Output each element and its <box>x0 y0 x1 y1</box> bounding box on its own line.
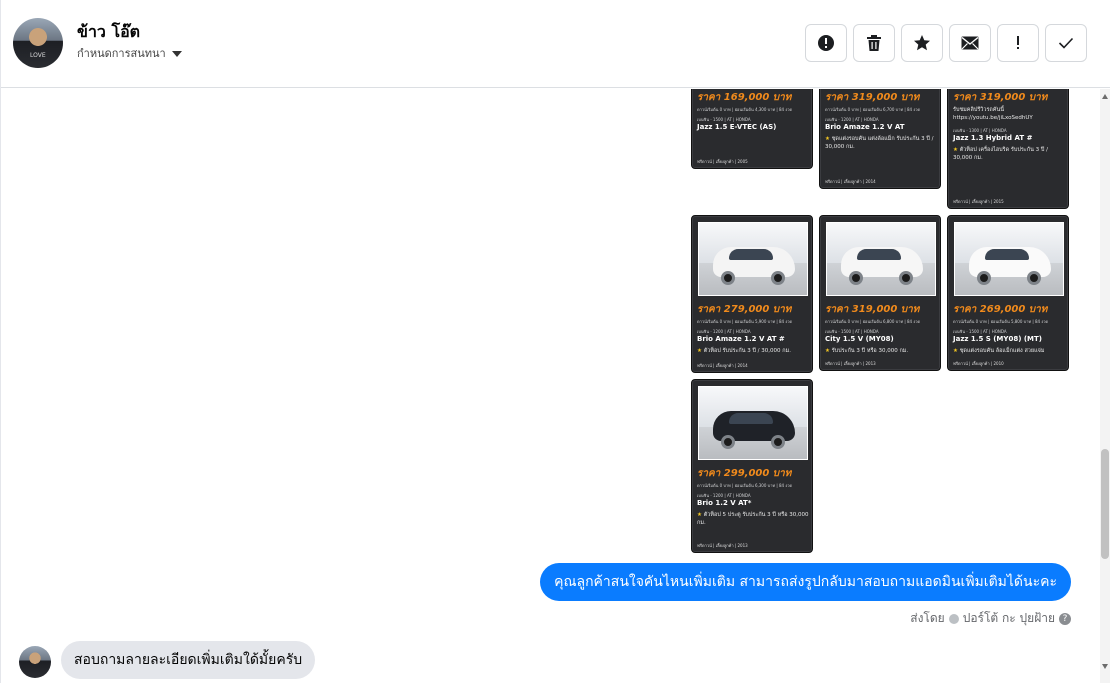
car-listing-card[interactable]: ราคา 319,000 บาทดาวน์เริ่มต้น 0 บาท | ผ่… <box>819 215 941 371</box>
car-footer-info: ฟรีดาวน์ | เลี้ยงลูกค้า | 2013 <box>697 543 748 548</box>
car-model: Brio Amaze 1.2 V AT # <box>697 335 785 343</box>
star-icon: ★ <box>953 147 958 153</box>
car-spec: เบนซิน · 1200 | AT | HONDA <box>697 329 751 334</box>
star-icon: ★ <box>825 348 830 354</box>
car-model: City 1.5 V (MY08) <box>825 335 894 343</box>
car-listing-card[interactable]: ราคา 269,000 บาทดาวน์เริ่มต้น 0 บาท | ผ่… <box>947 215 1069 371</box>
outgoing-message-text: คุณลูกค้าสนใจคันไหนเพิ่มเติม สามารถส่งรู… <box>554 574 1057 590</box>
messenger-conversation-view: LOVE ข้าว โอ๊ต กำหนดการสนทนา ราคา 169,00… <box>0 0 1110 683</box>
header-actions <box>805 24 1087 62</box>
car-price: ราคา 279,000 บาท <box>697 304 792 315</box>
car-review-link: รับชมคลิปรีวิวรถคันนี้ https://youtu.be/… <box>953 107 1033 121</box>
car-model: Jazz 1.3 Hybrid AT # <box>953 134 1033 142</box>
car-listing-card[interactable]: ราคา 169,000 บาทดาวน์เริ่มต้น 0 บาท | ผ่… <box>691 89 813 169</box>
car-footer-info: ฟรีดาวน์ | เลี้ยงลูกค้า | 2014 <box>825 179 876 184</box>
trash-icon <box>867 35 881 51</box>
car-description: ★ ตัวท็อป 5 ประตู รับประกัน 3 ปี หรือ 30… <box>697 512 809 526</box>
star-icon: ★ <box>697 348 702 354</box>
car-listing-card[interactable]: ราคา 319,000 บาทดาวน์เริ่มต้น 0 บาท | ผ่… <box>819 89 941 189</box>
car-listing-card[interactable]: ราคา 319,000 บาทดาวน์เริ่มต้น 0 บาท | ผ่… <box>947 89 1069 209</box>
car-installment-info: ดาวน์เริ่มต้น 0 บาท | ผ่อนเริ่มต้น 6,300… <box>697 483 793 488</box>
mark-done-button[interactable] <box>1045 24 1087 62</box>
car-installment-info: ดาวน์เริ่มต้น 0 บาท | ผ่อนเริ่มต้น 5,900… <box>697 319 793 324</box>
assign-conversation-dropdown[interactable]: กำหนดการสนทนา <box>77 44 182 62</box>
car-spec: เบนซิน · 1200 | AT | HONDA <box>825 117 879 122</box>
car-installment-info: ดาวน์เริ่มต้น 0 บาท | ผ่อนเริ่มต้น 6,700… <box>825 107 921 112</box>
help-icon[interactable]: ? <box>1059 612 1071 625</box>
car-footer-info: ฟรีดาวน์ | เลี้ยงลูกค้า | 2005 <box>697 159 748 164</box>
car-footer-info: ฟรีดาวน์ | เลี้ยงลูกค้า | 2014 <box>697 363 748 368</box>
report-button[interactable] <box>805 24 847 62</box>
car-description: ★ ตัวท็อป เครื่องไฮบริด รับประกัน 3 ปี /… <box>953 147 1048 161</box>
chevron-down-icon <box>171 50 182 57</box>
incoming-message-text: สอบถามลายละเอียดเพิ่มเติมใด้มั้ยครับ <box>74 652 303 668</box>
car-price: ราคา 169,000 บาท <box>697 92 792 103</box>
avatar-shirt-text: LOVE <box>30 52 46 59</box>
conversation-header: LOVE ข้าว โอ๊ต กำหนดการสนทนา <box>1 0 1110 88</box>
car-footer-info: ฟรีดาวน์ | เลี้ยงลูกค้า | 2010 <box>953 361 1004 366</box>
car-listing-card[interactable]: ราคา 279,000 บาทดาวน์เริ่มต้น 0 บาท | ผ่… <box>691 215 813 373</box>
car-description: ★ ชุดแต่งรอบคัน ล้อแม็กแต่ง สวยแจ่ม <box>953 348 1045 354</box>
sent-by-name: ปอร์โต้ กะ ปุยฝ้าย <box>962 611 1055 625</box>
car-model: Brio 1.2 V AT* <box>697 499 752 507</box>
car-price: ราคา 299,000 บาท <box>697 468 792 479</box>
star-icon: ★ <box>697 512 702 518</box>
star-icon <box>914 35 930 51</box>
mark-unread-button[interactable] <box>949 24 991 62</box>
car-description: ★ ชุดแต่งรอบคัน แต่งล้อแม็ก รับประกัน 3 … <box>825 136 934 150</box>
sent-by-label: ส่งโดย <box>910 611 945 625</box>
star-button[interactable] <box>901 24 943 62</box>
car-price: ราคา 319,000 บาท <box>825 92 920 103</box>
star-icon: ★ <box>825 136 830 142</box>
car-photo <box>826 222 936 296</box>
car-installment-info: ดาวน์เริ่มต้น 0 บาท | ผ่อนเริ่มต้น 5,800… <box>953 319 1049 324</box>
car-description: ★ รับประกัน 3 ปี หรือ 30,000 กม. <box>825 348 909 354</box>
scrollbar[interactable] <box>1100 89 1110 683</box>
car-spec: เบนซิน · 1500 | AT | HONDA <box>825 329 879 334</box>
car-photo <box>698 386 808 460</box>
star-icon: ★ <box>953 348 958 354</box>
car-spec: เบนซิน · 1200 | AT | HONDA <box>697 493 751 498</box>
alert-circle-icon <box>818 35 834 51</box>
follow-up-button[interactable] <box>997 24 1039 62</box>
car-installment-info: ดาวน์เริ่มต้น 0 บาท | ผ่อนเริ่มต้น 4,300… <box>697 107 793 112</box>
car-photo <box>954 222 1064 296</box>
incoming-message[interactable]: สอบถามลายละเอียดเพิ่มเติมใด้มั้ยครับ <box>61 641 316 679</box>
sent-by-info: ส่งโดย ปอร์โต้ กะ ปุยฝ้าย ? <box>910 609 1071 628</box>
contact-avatar[interactable]: LOVE <box>13 18 63 68</box>
car-model: Jazz 1.5 S (MY08) (MT) <box>953 335 1042 343</box>
car-price: ราคา 269,000 บาท <box>953 304 1048 315</box>
car-photo <box>698 222 808 296</box>
car-description: ★ ตัวท็อป รับประกัน 3 ปี / 30,000 กม. <box>697 348 791 354</box>
car-spec: เบนซิน · 1500 | AT | HONDA <box>697 117 751 122</box>
car-spec: เบนซิน · 1300 | AT | HONDA <box>953 128 1007 133</box>
sender-avatar-icon <box>948 613 959 624</box>
car-installment-info: ดาวน์เริ่มต้น 0 บาท | ผ่อนเริ่มต้น 6,800… <box>825 319 921 324</box>
car-model: Jazz 1.5 E-VTEC (AS) <box>697 123 777 131</box>
delete-button[interactable] <box>853 24 895 62</box>
assign-conversation-label: กำหนดการสนทนา <box>77 47 166 60</box>
car-spec: เบนซิน · 1500 | AT | HONDA <box>953 329 1007 334</box>
envelope-icon <box>961 36 979 50</box>
car-footer-info: ฟรีดาวน์ | เลี้ยงลูกค้า | 2015 <box>953 199 1004 204</box>
scrollbar-thumb[interactable] <box>1101 449 1109 559</box>
scroll-up-arrow-icon[interactable] <box>1102 94 1108 99</box>
car-footer-info: ฟรีดาวน์ | เลี้ยงลูกค้า | 2013 <box>825 361 876 366</box>
scroll-down-arrow-icon[interactable] <box>1102 664 1108 669</box>
outgoing-message[interactable]: คุณลูกค้าสนใจคันไหนเพิ่มเติม สามารถส่งรู… <box>540 563 1071 601</box>
car-price: ราคา 319,000 บาท <box>825 304 920 315</box>
car-price: ราคา 319,000 บาท <box>953 92 1048 103</box>
car-model: Brio Amaze 1.2 V AT <box>825 123 905 131</box>
message-thread[interactable]: ราคา 169,000 บาทดาวน์เริ่มต้น 0 บาท | ผ่… <box>1 89 1101 683</box>
contact-name[interactable]: ข้าว โอ๊ต <box>77 20 140 45</box>
exclamation-icon <box>1017 36 1019 49</box>
check-icon <box>1058 37 1074 49</box>
incoming-sender-avatar[interactable] <box>19 646 51 678</box>
car-listing-card[interactable]: ราคา 299,000 บาทดาวน์เริ่มต้น 0 บาท | ผ่… <box>691 379 813 553</box>
